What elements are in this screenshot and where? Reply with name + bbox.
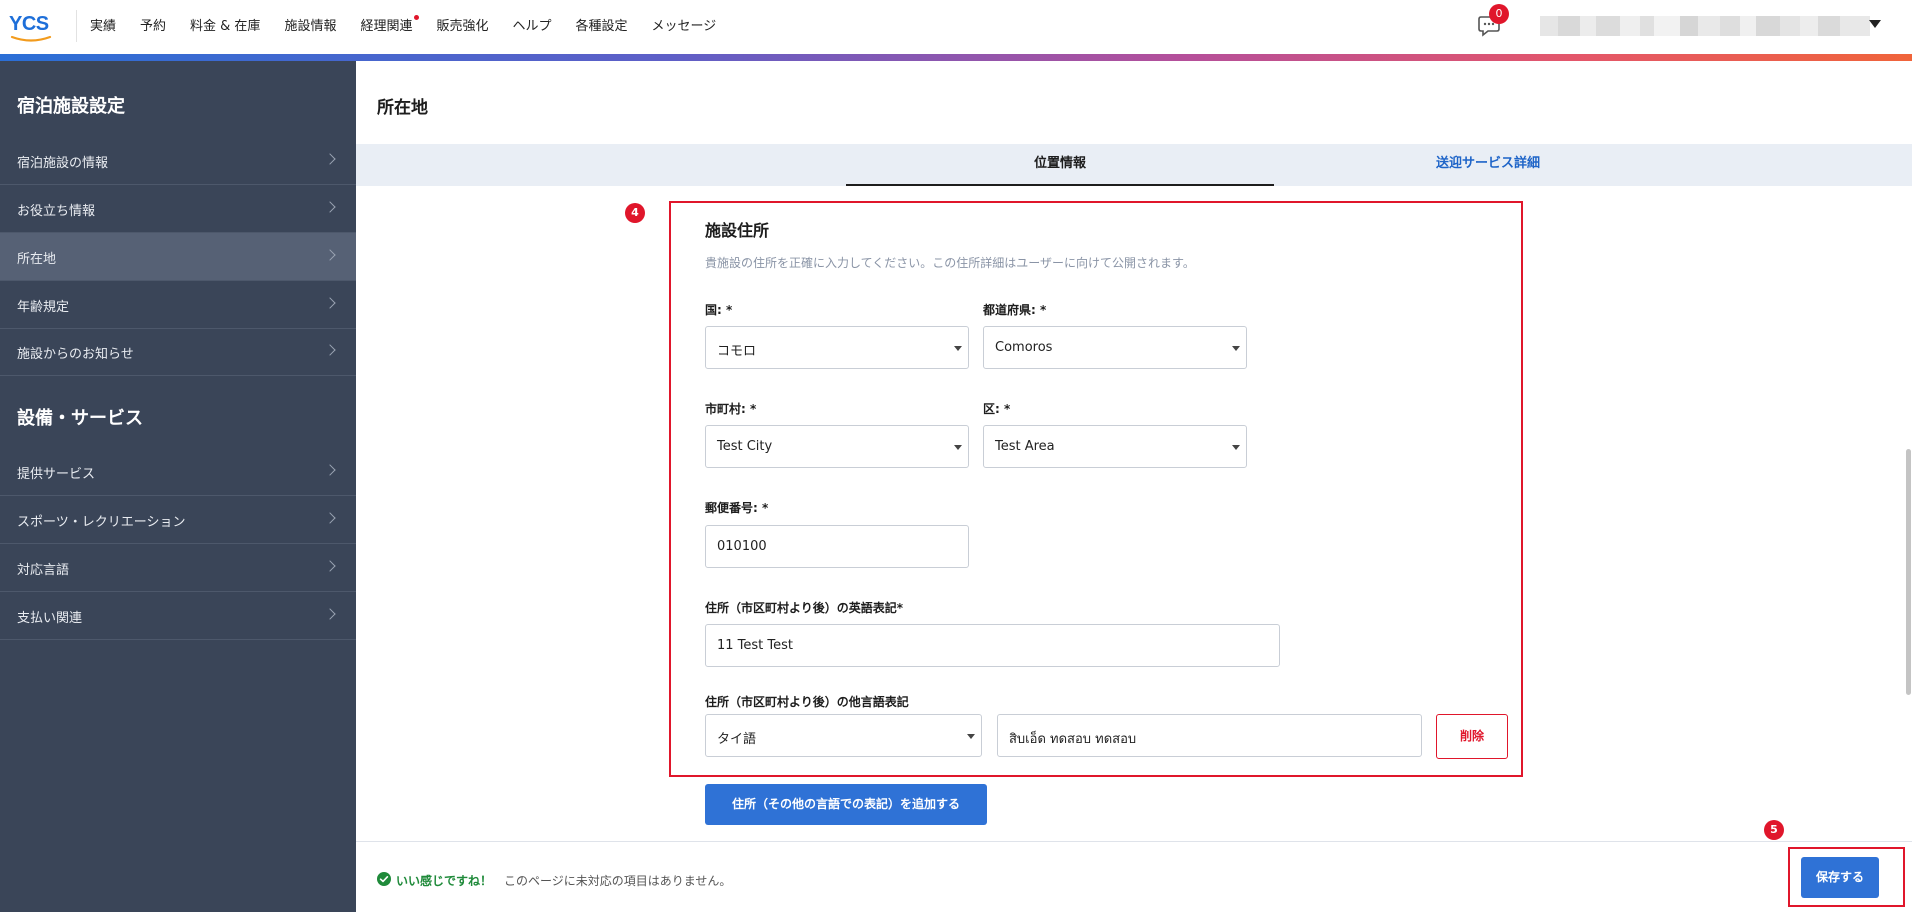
postal-code-input[interactable]: 010100 (705, 525, 969, 568)
nav-item-sales-boost[interactable]: 販売強化 (436, 18, 488, 36)
message-count-badge: 0 (1489, 4, 1509, 24)
logo-text: YCS (9, 13, 49, 35)
sidebar-item-services[interactable]: 提供サービス (0, 448, 356, 496)
sidebar-item-property-notices[interactable]: 施設からのお知らせ (0, 328, 356, 376)
chevron-right-icon (324, 201, 336, 213)
prefecture-select[interactable]: Comoros (983, 326, 1247, 369)
top-bar: YCS 実績 予約 料金 & 在庫 施設情報 経理関連 販売強化 ヘルプ 各種設… (0, 0, 1912, 54)
section-description: 貴施設の住所を正確に入力してください。この住所詳細はユーザーに向けて公開されます… (705, 256, 1195, 270)
main-content: 所在地 位置情報 送迎サービス詳細 4 施設住所 貴施設の住所を正確に入力してく… (356, 61, 1912, 912)
section-title-property-address: 施設住所 (705, 221, 770, 240)
sidebar-item-label: お役立ち情報 (17, 204, 96, 219)
address-language-select[interactable]: タイ語 (705, 714, 982, 757)
sidebar-item-property-info[interactable]: 宿泊施設の情報 (0, 137, 356, 185)
sidebar-item-languages[interactable]: 対応言語 (0, 544, 356, 592)
logo-divider (76, 10, 77, 42)
ycs-logo[interactable]: YCS (9, 13, 57, 42)
main-nav: 実績 予約 料金 & 在庫 施設情報 経理関連 販売強化 ヘルプ 各種設定 メッ… (90, 0, 740, 54)
sidebar-item-sports-recreation[interactable]: スポーツ・レクリエーション (0, 496, 356, 544)
status-good-label: いい感じですね！ (396, 874, 493, 888)
caret-down-icon (954, 346, 962, 351)
address-other-language-value: สิบเอ็ด ทดสอบ ทดสอบ (1009, 732, 1137, 747)
sidebar-item-age-policy[interactable]: 年齢規定 (0, 281, 356, 329)
tab-shuttle-service[interactable]: 送迎サービス詳細 (1274, 144, 1702, 186)
prefecture-label: 都道府県: * (983, 303, 1047, 317)
chevron-right-icon (324, 249, 336, 261)
address-english-value: 11 Test Test (717, 638, 794, 653)
city-label: 市町村: * (705, 402, 757, 416)
sidebar-item-label: 支払い関連 (17, 611, 83, 626)
tab-bar: 位置情報 送迎サービス詳細 (356, 144, 1912, 186)
footer-status-bar: いい感じですね！ このページに未対応の項目はありません。 (356, 841, 1912, 912)
caret-down-icon (954, 445, 962, 450)
caret-down-icon (1232, 346, 1240, 351)
postal-code-label: 郵便番号: * (705, 501, 769, 515)
nav-item-performance[interactable]: 実績 (90, 18, 116, 36)
account-dropdown-caret-icon[interactable] (1869, 20, 1881, 28)
caret-down-icon (967, 734, 975, 739)
sidebar-item-label: 宿泊施設の情報 (17, 156, 109, 171)
address-other-language-label: 住所（市区町村より後）の他言語表記 (705, 695, 909, 709)
sidebar-item-location[interactable]: 所在地 (0, 233, 356, 281)
country-label: 国: * (705, 303, 733, 317)
sidebar-item-label: スポーツ・レクリエーション (17, 515, 186, 530)
nav-item-rates-inventory[interactable]: 料金 & 在庫 (190, 18, 260, 36)
area-label: 区: * (983, 402, 1011, 416)
check-circle-icon (377, 872, 391, 886)
chevron-right-icon (324, 153, 336, 165)
country-select[interactable]: コモロ (705, 326, 969, 369)
scrollbar-thumb[interactable] (1906, 449, 1911, 695)
address-other-language-input[interactable]: สิบเอ็ด ทดสอบ ทดสอบ (997, 714, 1422, 757)
annotation-marker-4: 4 (625, 203, 645, 223)
chevron-right-icon (324, 608, 336, 620)
delete-address-button[interactable]: 削除 (1436, 714, 1508, 759)
sidebar-item-label: 対応言語 (17, 563, 70, 578)
user-account-menu[interactable] (1540, 16, 1870, 36)
city-select[interactable]: Test City (705, 425, 969, 468)
chevron-right-icon (324, 512, 336, 524)
nav-item-finance[interactable]: 経理関連 (360, 15, 420, 36)
brand-gradient-bar (0, 54, 1912, 61)
logo-swoosh-icon (10, 35, 52, 42)
caret-down-icon (1232, 445, 1240, 450)
status-message: このページに未対応の項目はありません。 (504, 874, 732, 888)
notification-dot-icon (414, 15, 420, 20)
annotation-marker-5: 5 (1764, 820, 1784, 840)
sidebar-item-label: 提供サービス (17, 467, 96, 482)
annotation-highlight-address-section (669, 201, 1523, 777)
nav-item-help[interactable]: ヘルプ (512, 18, 551, 36)
country-select-value: コモロ (717, 344, 757, 359)
postal-code-value: 010100 (717, 539, 767, 554)
nav-item-settings[interactable]: 各種設定 (576, 18, 628, 36)
page-title: 所在地 (377, 98, 428, 118)
sidebar-item-useful-info[interactable]: お役立ち情報 (0, 185, 356, 233)
address-english-input[interactable]: 11 Test Test (705, 624, 1280, 667)
city-select-value: Test City (717, 439, 773, 454)
chevron-right-icon (324, 297, 336, 309)
sidebar-item-payments[interactable]: 支払い関連 (0, 592, 356, 640)
sidebar-heading-property-settings: 宿泊施設設定 (17, 96, 125, 117)
sidebar: 宿泊施設設定 宿泊施設の情報 お役立ち情報 所在地 年齢規定 施設からのお知らせ… (0, 61, 356, 912)
sidebar-heading-facilities-services: 設備・サービス (17, 408, 143, 429)
address-language-value: タイ語 (717, 732, 757, 747)
area-select-value: Test Area (995, 439, 1055, 454)
nav-item-property-info[interactable]: 施設情報 (284, 18, 336, 36)
chevron-right-icon (324, 464, 336, 476)
chevron-right-icon (324, 560, 336, 572)
area-select[interactable]: Test Area (983, 425, 1247, 468)
add-other-language-address-button[interactable]: 住所（その他の言語での表記）を追加する (705, 784, 987, 825)
sidebar-item-label: 年齢規定 (17, 300, 70, 315)
chevron-right-icon (324, 344, 336, 356)
prefecture-select-value: Comoros (995, 340, 1053, 355)
sidebar-item-label: 施設からのお知らせ (17, 347, 134, 362)
nav-item-messages[interactable]: メッセージ (652, 18, 717, 36)
nav-item-reservations[interactable]: 予約 (140, 18, 166, 36)
tab-location-info[interactable]: 位置情報 (846, 144, 1274, 186)
nav-item-finance-label: 経理関連 (360, 19, 413, 34)
save-button[interactable]: 保存する (1801, 857, 1879, 898)
sidebar-item-label: 所在地 (17, 252, 57, 267)
address-english-label: 住所（市区町村より後）の英語表記* (705, 601, 904, 615)
